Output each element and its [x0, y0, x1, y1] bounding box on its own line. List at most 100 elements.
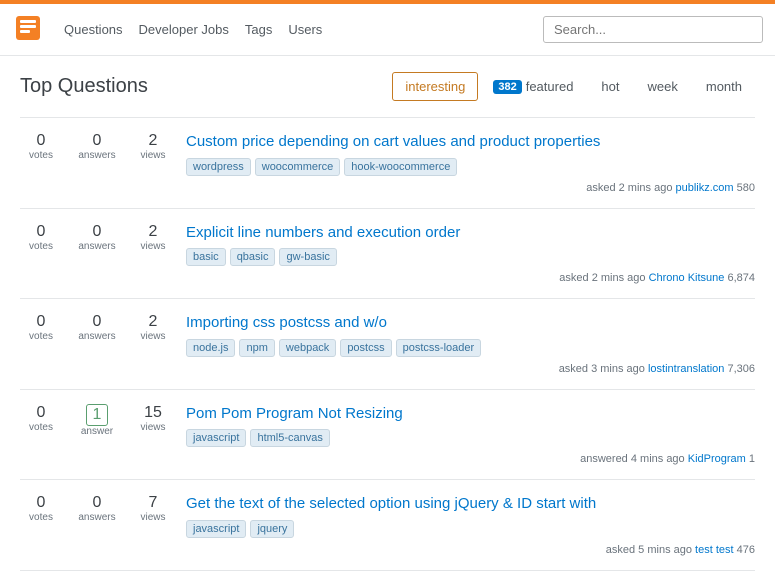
tag[interactable]: basic	[186, 248, 226, 266]
nav-users[interactable]: Users	[288, 22, 322, 37]
user-rep: 1	[746, 453, 755, 465]
answers-stat: 0 answers	[76, 494, 118, 523]
question-tags: node.jsnpm webpackpostcss postcss-loader	[186, 339, 755, 357]
featured-badge: 382	[493, 80, 521, 94]
tag[interactable]: node.js	[186, 339, 235, 357]
nav-jobs[interactable]: Developer Jobs	[139, 22, 229, 37]
nav: Questions Developer Jobs Tags Users	[0, 4, 775, 56]
tag[interactable]: gw-basic	[279, 248, 336, 266]
question-stats: 0 votes 0 answers 2 views	[20, 132, 174, 161]
tag[interactable]: jquery	[250, 520, 294, 538]
question-meta: asked 2 mins ago publikz.com 580	[186, 182, 755, 194]
question-stats: 0 votes 1 answer 15 views	[20, 404, 174, 437]
nav-tags[interactable]: Tags	[245, 22, 272, 37]
votes-stat: 0 votes	[20, 404, 62, 437]
tab-week[interactable]: week	[635, 72, 691, 101]
question-title[interactable]: Get the text of the selected option usin…	[186, 494, 755, 514]
tab-hot[interactable]: hot	[588, 72, 632, 101]
page-title: Top Questions	[20, 75, 148, 98]
answers-stat: 1 answer	[76, 404, 118, 437]
views-stat: 15 views	[132, 404, 174, 437]
tag[interactable]: postcss	[340, 339, 391, 357]
votes-stat: 0 votes	[20, 132, 62, 161]
asked-time: answered 4 mins ago	[580, 453, 688, 465]
answers-label: answers	[78, 512, 115, 523]
views-label: views	[140, 241, 165, 252]
question-body: Explicit line numbers and execution orde…	[186, 223, 755, 285]
user-link[interactable]: publikz.com	[676, 182, 734, 194]
votes-label: votes	[29, 241, 53, 252]
question-title[interactable]: Pom Pom Program Not Resizing	[186, 404, 755, 424]
answers-label: answer	[81, 426, 113, 437]
question-meta: asked 5 mins ago test test 476	[186, 544, 755, 556]
votes-stat: 0 votes	[20, 494, 62, 523]
views-label: views	[140, 512, 165, 523]
question-stats: 0 votes 0 answers 2 views	[20, 223, 174, 252]
answers-stat: 0 answers	[76, 313, 118, 342]
asked-time: asked 2 mins ago	[559, 272, 648, 284]
question-tags: javascripthtml5-canvas	[186, 429, 755, 447]
tabs: interesting 382 featured hot week month	[392, 72, 755, 101]
votes-count: 0	[37, 313, 46, 331]
site-logo[interactable]	[12, 12, 44, 47]
user-link[interactable]: test test	[695, 544, 734, 556]
votes-label: votes	[29, 150, 53, 161]
tag[interactable]: npm	[239, 339, 274, 357]
tag[interactable]: javascript	[186, 429, 246, 447]
tag[interactable]: qbasic	[230, 248, 276, 266]
search-input[interactable]	[543, 16, 763, 43]
answers-stat: 0 answers	[76, 223, 118, 252]
question-item: 0 votes 0 answers 2 views Importing css …	[20, 299, 755, 390]
question-body: Pom Pom Program Not Resizing javascripth…	[186, 404, 755, 466]
nav-questions[interactable]: Questions	[64, 22, 123, 37]
tag[interactable]: javascript	[186, 520, 246, 538]
views-count: 2	[149, 132, 158, 150]
question-stats: 0 votes 0 answers 7 views	[20, 494, 174, 523]
question-title[interactable]: Explicit line numbers and execution orde…	[186, 223, 755, 243]
tag[interactable]: webpack	[279, 339, 336, 357]
question-body: Importing css postcss and w/o node.jsnpm…	[186, 313, 755, 375]
views-count: 2	[149, 313, 158, 331]
votes-label: votes	[29, 512, 53, 523]
views-stat: 7 views	[132, 494, 174, 523]
question-title[interactable]: Custom price depending on cart values an…	[186, 132, 755, 152]
views-stat: 2 views	[132, 132, 174, 161]
asked-time: asked 5 mins ago	[606, 544, 695, 556]
tab-featured[interactable]: 382 featured	[480, 72, 586, 101]
votes-label: votes	[29, 422, 53, 433]
views-label: views	[140, 150, 165, 161]
votes-stat: 0 votes	[20, 223, 62, 252]
question-list: 0 votes 0 answers 2 views Custom price d…	[20, 118, 755, 571]
user-link[interactable]: KidProgram	[688, 453, 746, 465]
votes-count: 0	[37, 223, 46, 241]
tag[interactable]: woocommerce	[255, 158, 341, 176]
tag[interactable]: hook-woocommerce	[344, 158, 457, 176]
tab-featured-label: featured	[526, 79, 574, 94]
user-link[interactable]: Chrono Kitsune	[649, 272, 725, 284]
tag[interactable]: wordpress	[186, 158, 251, 176]
question-stats: 0 votes 0 answers 2 views	[20, 313, 174, 342]
answers-label: answers	[78, 241, 115, 252]
answers-count: 0	[93, 313, 102, 331]
tab-interesting[interactable]: interesting	[392, 72, 478, 101]
views-count: 2	[149, 223, 158, 241]
views-stat: 2 views	[132, 313, 174, 342]
votes-count: 0	[37, 404, 46, 422]
question-tags: basicqbasicgw-basic	[186, 248, 755, 266]
views-label: views	[140, 331, 165, 342]
views-label: views	[140, 422, 165, 433]
views-count: 15	[144, 404, 162, 422]
tab-month[interactable]: month	[693, 72, 755, 101]
question-meta: asked 3 mins ago lostintranslation 7,306	[186, 363, 755, 375]
question-item: 0 votes 0 answers 2 views Custom price d…	[20, 118, 755, 209]
votes-stat: 0 votes	[20, 313, 62, 342]
user-link[interactable]: lostintranslation	[648, 363, 724, 375]
question-body: Custom price depending on cart values an…	[186, 132, 755, 194]
question-title[interactable]: Importing css postcss and w/o	[186, 313, 755, 333]
asked-time: asked 2 mins ago	[586, 182, 675, 194]
tag[interactable]: postcss-loader	[396, 339, 482, 357]
user-rep: 7,306	[724, 363, 755, 375]
tag[interactable]: html5-canvas	[250, 429, 329, 447]
answers-count: 0	[93, 223, 102, 241]
answers-count: 0	[93, 494, 102, 512]
